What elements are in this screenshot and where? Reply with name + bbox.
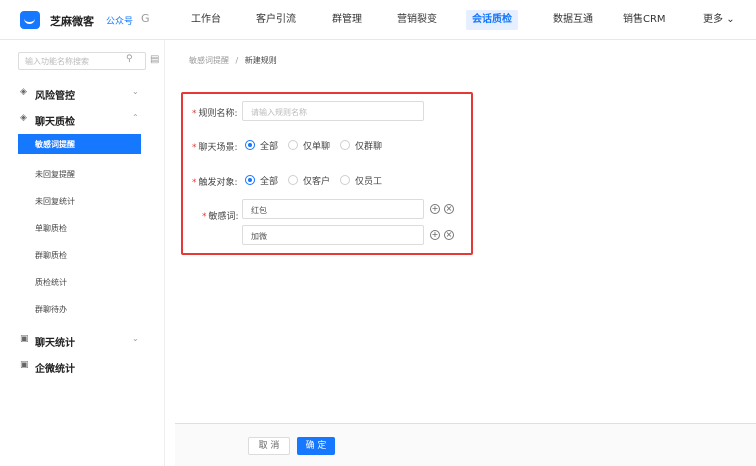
add-word-icon[interactable]: + — [430, 230, 440, 240]
sidebar-search-input[interactable] — [19, 53, 127, 69]
radio-label: 仅员工 — [355, 176, 383, 187]
rule-name-label-text: 规则名称: — [198, 109, 238, 119]
cancel-button[interactable]: 取 消 — [248, 437, 290, 455]
sidebar-item-label: 未回复提醒 — [35, 170, 75, 179]
search-icon[interactable]: ⚲ — [126, 54, 133, 64]
sidebar-item-sensitive-words[interactable]: 敏感词提醒 — [18, 134, 141, 154]
radio-label: 仅群聊 — [355, 141, 383, 152]
sidebar-item-label: 单聊质检 — [35, 224, 67, 233]
sidebar-group-wecom-stats[interactable]: ▣ 企微统计 — [0, 356, 165, 376]
radio-label: 全部 — [260, 141, 279, 152]
breadcrumb: 敏感词提醒 / 新建规则 — [189, 55, 277, 66]
sensitive-word-input-1[interactable]: 红包 — [242, 199, 424, 219]
nav-session-inspection[interactable]: 会话质检 — [466, 10, 518, 30]
add-word-icon[interactable]: + — [430, 204, 440, 214]
required-mark: * — [202, 212, 207, 222]
sidebar-group-label: 聊天统计 — [35, 338, 75, 349]
trigger-target-radio-employee[interactable]: 仅员工 — [340, 174, 383, 187]
trigger-target-label-text: 触发对象: — [198, 178, 238, 188]
radio-selected-icon — [245, 140, 255, 150]
chat-scene-label: * 聊天场景: — [192, 140, 238, 153]
confirm-button[interactable]: 确 定 — [297, 437, 335, 455]
nav-sales-crm[interactable]: 销售CRM — [623, 10, 666, 30]
brand-name: 芝麻微客 — [50, 15, 94, 28]
radio-icon — [288, 140, 298, 150]
sidebar-item-label: 群聊质检 — [35, 251, 67, 260]
nav-marketing-fission[interactable]: 营销裂变 — [397, 10, 437, 30]
rule-name-placeholder: 请输入规则名称 — [251, 108, 307, 117]
nav-more-label: 更多 — [703, 14, 723, 25]
sensitive-word-input-2[interactable]: 加微 — [242, 225, 424, 245]
trigger-target-label: * 触发对象: — [192, 175, 238, 188]
breadcrumb-separator: / — [235, 56, 239, 65]
chart-icon: ▣ — [20, 360, 29, 370]
top-bar: 芝麻微客 公众号 G 工作台 客户引流 群管理 营销裂变 会话质检 数据互通 销… — [0, 0, 756, 40]
trigger-target-radio-customer[interactable]: 仅客户 — [288, 174, 331, 187]
chevron-down-icon: ⌄ — [132, 87, 139, 96]
breadcrumb-current: 新建规则 — [244, 56, 277, 65]
required-mark: * — [192, 143, 197, 153]
radio-label: 仅客户 — [303, 176, 331, 187]
nav-more[interactable]: 更多 ⌄ — [703, 10, 735, 30]
sidebar-item-label: 敏感词提醒 — [35, 140, 75, 149]
brand: 芝麻微客 公众号 G — [0, 0, 170, 40]
sensitive-words-label-text: 敏感词: — [208, 212, 239, 222]
sensitive-word-value: 加微 — [251, 232, 267, 241]
sidebar-group-label: 聊天质检 — [35, 117, 75, 128]
remove-word-icon[interactable]: × — [444, 204, 454, 214]
sidebar-item-group-todo[interactable]: 群聊待办 — [0, 299, 163, 319]
nav-group-management[interactable]: 群管理 — [332, 10, 362, 30]
chevron-up-icon: ⌃ — [132, 113, 139, 122]
chat-scene-radio-single[interactable]: 仅单聊 — [288, 139, 331, 152]
chat-inspection-icon: ◈ — [20, 113, 27, 123]
account-switch-link[interactable]: 公众号 — [106, 14, 133, 27]
chat-scene-radio-group[interactable]: 仅群聊 — [340, 139, 383, 152]
radio-icon — [340, 140, 350, 150]
sidebar-group-label: 企微统计 — [35, 364, 75, 375]
sidebar-item-label: 质检统计 — [35, 278, 67, 287]
sidebar-item-unreplied-stats[interactable]: 未回复统计 — [0, 191, 163, 211]
sidebar-item-single-chat-inspection[interactable]: 单聊质检 — [0, 218, 163, 238]
sidebar-group-chat-stats[interactable]: ▣ 聊天统计 ⌄ — [0, 330, 165, 350]
sidebar-item-label: 群聊待办 — [35, 305, 67, 314]
collapse-sidebar-icon[interactable]: ▤ — [150, 54, 159, 65]
sidebar-group-label: 风险管控 — [35, 91, 75, 102]
sidebar: ⚲ ▤ ◈ 风险管控 ⌄ ◈ 聊天质检 ⌃ 敏感词提醒 未回复提醒 未回复统计 … — [0, 40, 165, 466]
chat-scene-label-text: 聊天场景: — [198, 143, 238, 153]
sidebar-item-label: 未回复统计 — [35, 197, 75, 206]
chat-scene-radio-all[interactable]: 全部 — [245, 139, 279, 152]
breadcrumb-parent[interactable]: 敏感词提醒 — [189, 56, 229, 65]
rule-name-label: * 规则名称: — [192, 106, 238, 119]
nav-workbench[interactable]: 工作台 — [191, 10, 221, 30]
switch-icon[interactable]: G — [141, 12, 150, 25]
sidebar-group-chat-inspection[interactable]: ◈ 聊天质检 ⌃ — [0, 109, 165, 129]
radio-icon — [288, 175, 298, 185]
chevron-down-icon: ⌄ — [726, 14, 735, 25]
chevron-down-icon: ⌄ — [132, 334, 139, 343]
remove-word-icon[interactable]: × — [444, 230, 454, 240]
sidebar-item-group-chat-inspection[interactable]: 群聊质检 — [0, 245, 163, 265]
sidebar-search: ⚲ — [18, 52, 146, 70]
sidebar-item-inspection-stats[interactable]: 质检统计 — [0, 272, 163, 292]
sidebar-item-unreplied-reminder[interactable]: 未回复提醒 — [0, 164, 163, 184]
sidebar-group-risk-control[interactable]: ◈ 风险管控 ⌄ — [0, 83, 165, 103]
radio-label: 全部 — [260, 176, 279, 187]
nav-data-sync[interactable]: 数据互通 — [553, 10, 593, 30]
trigger-target-radio-all[interactable]: 全部 — [245, 174, 279, 187]
radio-selected-icon — [245, 175, 255, 185]
radio-label: 仅单聊 — [303, 141, 331, 152]
chart-icon: ▣ — [20, 334, 29, 344]
required-mark: * — [192, 178, 197, 188]
required-mark: * — [192, 109, 197, 119]
nav-customer-acquisition[interactable]: 客户引流 — [256, 10, 296, 30]
risk-control-icon: ◈ — [20, 87, 27, 97]
sensitive-word-value: 红包 — [251, 206, 267, 215]
sensitive-words-label: * 敏感词: — [202, 209, 239, 222]
logo-icon — [20, 11, 40, 29]
rule-name-input[interactable]: 请输入规则名称 — [242, 101, 424, 121]
radio-icon — [340, 175, 350, 185]
